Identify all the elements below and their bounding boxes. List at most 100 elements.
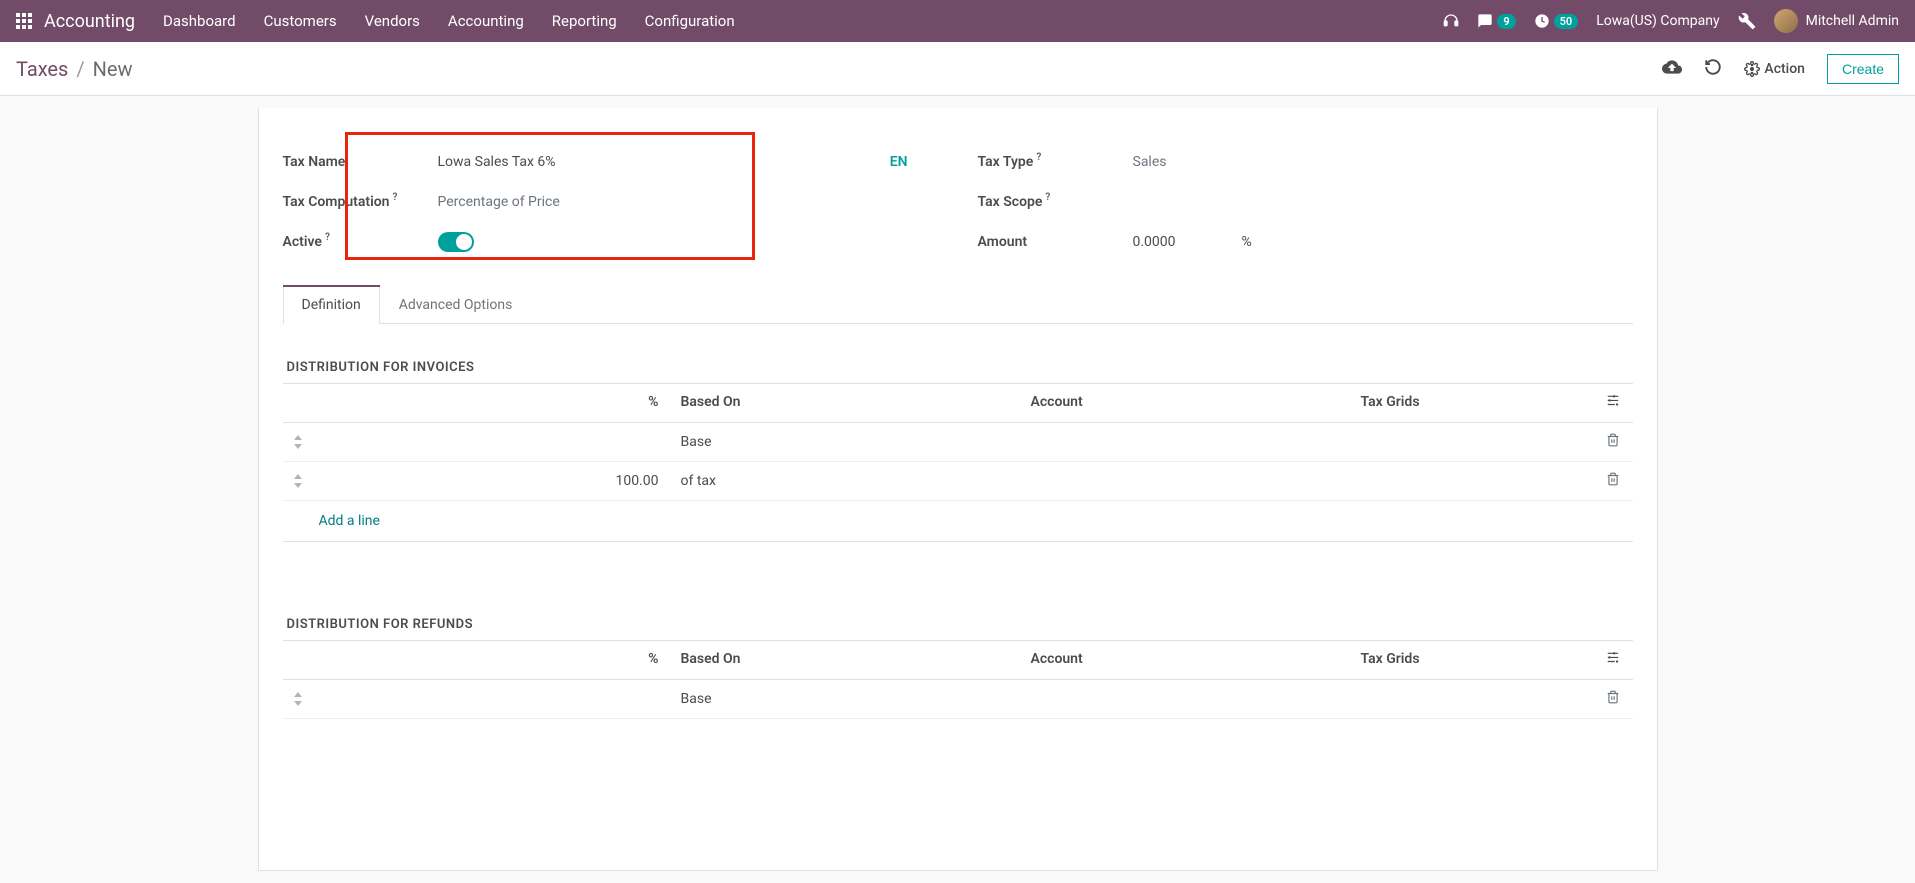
top-nav: Accounting Dashboard Customers Vendors A… bbox=[0, 0, 1915, 42]
messages-icon[interactable]: 9 bbox=[1477, 13, 1515, 29]
form-header: Tax Name Lowa Sales Tax 6% EN Tax Comput… bbox=[283, 132, 1633, 286]
col-percent[interactable]: % bbox=[313, 641, 673, 679]
col-percent[interactable]: % bbox=[313, 384, 673, 422]
cell-grids[interactable] bbox=[1353, 471, 1593, 491]
control-bar: Taxes / New Action Create bbox=[0, 42, 1915, 96]
activities-icon[interactable]: 50 bbox=[1534, 13, 1579, 29]
col-account[interactable]: Account bbox=[1023, 384, 1353, 422]
menu-configuration[interactable]: Configuration bbox=[645, 12, 735, 30]
label-tax-computation: Tax Computation? bbox=[283, 194, 438, 210]
label-tax-type: Tax Type? bbox=[978, 154, 1133, 170]
cell-based-on[interactable]: Base bbox=[673, 424, 1023, 460]
cell-grids[interactable] bbox=[1353, 689, 1593, 709]
delete-row-icon[interactable] bbox=[1593, 462, 1633, 500]
breadcrumb-separator: / bbox=[76, 57, 84, 81]
control-actions: Action Create bbox=[1662, 54, 1899, 84]
row-tax-name: Tax Name Lowa Sales Tax 6% EN bbox=[283, 142, 938, 182]
form-sheet: Tax Name Lowa Sales Tax 6% EN Tax Comput… bbox=[258, 108, 1658, 871]
cell-based-on[interactable]: of tax bbox=[673, 463, 1023, 499]
drag-handle-icon[interactable] bbox=[283, 464, 313, 498]
columns-options-icon[interactable] bbox=[1593, 384, 1633, 422]
action-label: Action bbox=[1764, 61, 1805, 77]
amount-suffix: % bbox=[1242, 234, 1252, 250]
cell-based-on[interactable]: Base bbox=[673, 681, 1023, 717]
menu-accounting[interactable]: Accounting bbox=[448, 12, 524, 30]
table-header: % Based On Account Tax Grids bbox=[283, 641, 1633, 680]
app-name[interactable]: Accounting bbox=[44, 11, 135, 32]
cell-account[interactable] bbox=[1023, 689, 1353, 709]
label-tax-name: Tax Name bbox=[283, 154, 438, 170]
cell-account[interactable] bbox=[1023, 471, 1353, 491]
tab-definition[interactable]: Definition bbox=[283, 286, 380, 323]
form-col-left: Tax Name Lowa Sales Tax 6% EN Tax Comput… bbox=[283, 142, 938, 262]
voip-icon[interactable] bbox=[1443, 13, 1459, 29]
columns-options-icon[interactable] bbox=[1593, 641, 1633, 679]
row-tax-type: Tax Type? Sales bbox=[978, 142, 1633, 182]
menu-customers[interactable]: Customers bbox=[264, 12, 337, 30]
messages-badge: 9 bbox=[1497, 14, 1515, 29]
col-account[interactable]: Account bbox=[1023, 641, 1353, 679]
cell-grids[interactable] bbox=[1353, 432, 1593, 452]
avatar bbox=[1774, 9, 1798, 33]
company-selector[interactable]: Lowa(US) Company bbox=[1596, 13, 1719, 29]
help-icon[interactable]: ? bbox=[325, 232, 330, 243]
col-tax-grids[interactable]: Tax Grids bbox=[1353, 641, 1593, 679]
section-invoices-title: DISTRIBUTION FOR INVOICES bbox=[283, 324, 1633, 383]
cell-percent[interactable] bbox=[313, 689, 673, 709]
table-header: % Based On Account Tax Grids bbox=[283, 384, 1633, 423]
col-based-on[interactable]: Based On bbox=[673, 641, 1023, 679]
label-tax-scope: Tax Scope? bbox=[978, 194, 1133, 210]
table-footer bbox=[283, 541, 1633, 581]
active-toggle[interactable] bbox=[438, 232, 474, 252]
menu-items: Dashboard Customers Vendors Accounting R… bbox=[163, 12, 1443, 30]
cell-account[interactable] bbox=[1023, 432, 1353, 452]
col-tax-grids[interactable]: Tax Grids bbox=[1353, 384, 1593, 422]
invoices-table: % Based On Account Tax Grids Base bbox=[283, 383, 1633, 581]
tab-advanced[interactable]: Advanced Options bbox=[380, 286, 532, 323]
action-dropdown[interactable]: Action bbox=[1744, 61, 1805, 77]
label-amount: Amount bbox=[978, 234, 1133, 250]
table-row[interactable]: 100.00 of tax bbox=[283, 462, 1633, 501]
delete-row-icon[interactable] bbox=[1593, 680, 1633, 718]
lang-button[interactable]: EN bbox=[890, 154, 938, 170]
label-active: Active? bbox=[283, 234, 438, 250]
tabs: Definition Advanced Options bbox=[283, 286, 1633, 324]
field-tax-type[interactable]: Sales bbox=[1133, 154, 1633, 170]
debug-icon[interactable] bbox=[1738, 12, 1756, 30]
help-icon[interactable]: ? bbox=[1045, 192, 1050, 203]
help-icon[interactable]: ? bbox=[1036, 152, 1041, 163]
table-row[interactable]: Base bbox=[283, 680, 1633, 719]
delete-row-icon[interactable] bbox=[1593, 423, 1633, 461]
discard-icon[interactable] bbox=[1704, 58, 1722, 80]
section-refunds-title: DISTRIBUTION FOR REFUNDS bbox=[283, 581, 1633, 640]
row-tax-scope: Tax Scope? bbox=[978, 182, 1633, 222]
drag-handle-icon[interactable] bbox=[283, 682, 313, 716]
create-button[interactable]: Create bbox=[1827, 54, 1899, 84]
user-name: Mitchell Admin bbox=[1806, 13, 1899, 29]
add-line-button[interactable]: Add a line bbox=[283, 501, 1633, 541]
user-menu[interactable]: Mitchell Admin bbox=[1774, 9, 1899, 33]
breadcrumb-current: New bbox=[93, 57, 133, 81]
apps-icon[interactable] bbox=[16, 13, 32, 29]
menu-vendors[interactable]: Vendors bbox=[365, 12, 420, 30]
col-based-on[interactable]: Based On bbox=[673, 384, 1023, 422]
row-active: Active? bbox=[283, 222, 938, 262]
cloud-save-icon[interactable] bbox=[1662, 57, 1682, 81]
field-amount[interactable]: 0.0000 % bbox=[1133, 234, 1633, 250]
menu-dashboard[interactable]: Dashboard bbox=[163, 12, 236, 30]
cell-percent[interactable]: 100.00 bbox=[313, 463, 673, 499]
field-tax-name[interactable]: Lowa Sales Tax 6% bbox=[438, 154, 890, 170]
row-tax-computation: Tax Computation? Percentage of Price bbox=[283, 182, 938, 222]
field-tax-computation[interactable]: Percentage of Price bbox=[438, 194, 938, 210]
table-row[interactable]: Base bbox=[283, 423, 1633, 462]
cell-percent[interactable] bbox=[313, 432, 673, 452]
activities-badge: 50 bbox=[1554, 14, 1579, 29]
row-amount: Amount 0.0000 % bbox=[978, 222, 1633, 262]
refunds-table: % Based On Account Tax Grids Base bbox=[283, 640, 1633, 719]
content-scroll[interactable]: Tax Name Lowa Sales Tax 6% EN Tax Comput… bbox=[0, 96, 1915, 883]
help-icon[interactable]: ? bbox=[392, 192, 397, 203]
systray: 9 50 Lowa(US) Company Mitchell Admin bbox=[1443, 9, 1899, 33]
menu-reporting[interactable]: Reporting bbox=[552, 12, 617, 30]
drag-handle-icon[interactable] bbox=[283, 425, 313, 459]
breadcrumb-root[interactable]: Taxes bbox=[16, 57, 68, 81]
